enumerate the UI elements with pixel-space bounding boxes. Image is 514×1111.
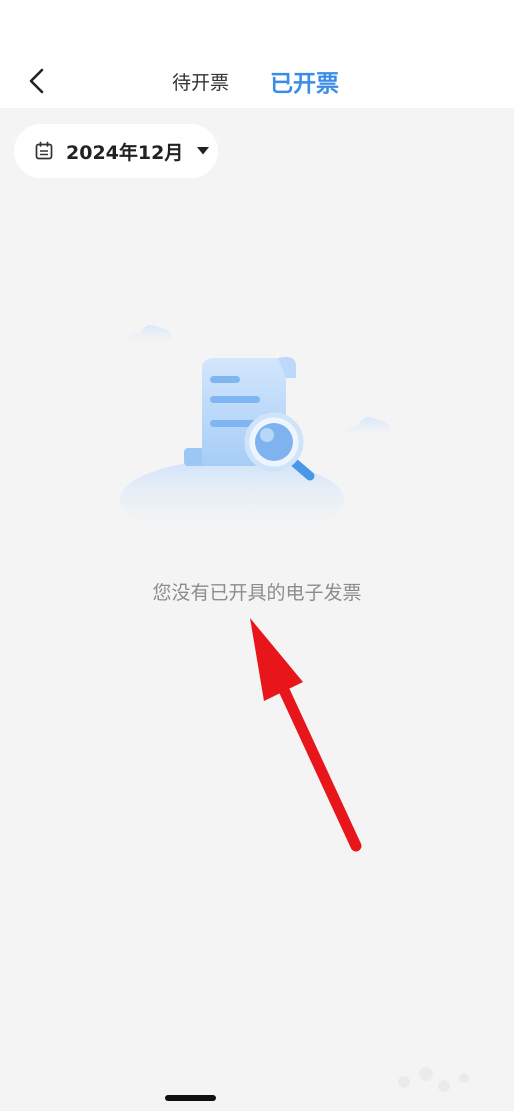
- home-indicator[interactable]: [165, 1095, 216, 1101]
- calendar-icon: [35, 141, 53, 160]
- cloud-left-icon: [126, 325, 172, 344]
- chevron-left-icon: [29, 68, 44, 94]
- invoice-screen: 待开票 已开票 2024年12月 您没有已开具的电子发票: [0, 0, 514, 1111]
- watermark-logo: [398, 1067, 469, 1092]
- month-filter-button[interactable]: 2024年12月: [14, 124, 218, 178]
- back-button[interactable]: [22, 64, 52, 98]
- tab-pending-invoice[interactable]: 待开票: [172, 64, 229, 98]
- empty-state-message: 您没有已开具的电子发票: [152, 582, 362, 604]
- caret-down-icon: [197, 147, 209, 155]
- month-label: 2024年12月: [66, 141, 184, 164]
- tab-issued-invoice[interactable]: 已开票: [270, 64, 339, 98]
- invoice-search-illustration: [120, 325, 390, 530]
- cloud-right-icon: [344, 417, 390, 438]
- top-nav-bar: 待开票 已开票: [0, 0, 514, 108]
